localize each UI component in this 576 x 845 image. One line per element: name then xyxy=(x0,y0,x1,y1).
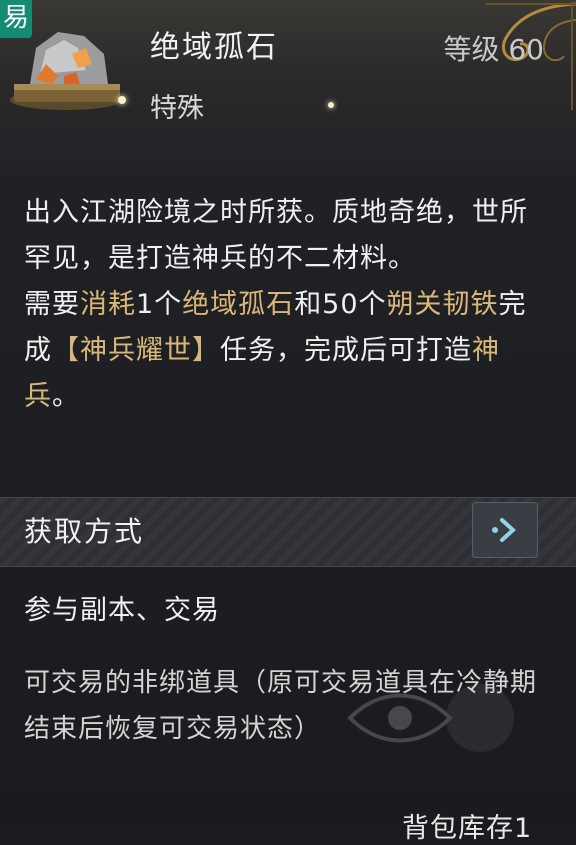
requirement-text: 需要消耗1个绝域孤石和50个朔关韧铁完成【神兵耀世】任务，完成后可打造神兵。 xyxy=(24,282,554,420)
req-item-2: 朔关韧铁 xyxy=(386,289,499,320)
req-consume: 消耗 xyxy=(80,289,136,320)
bag-stock: 背包库存1 xyxy=(402,813,533,844)
req-prefix: 需要 xyxy=(24,289,80,320)
item-description: 出入江湖险境之时所获。质地奇绝，世所罕见，是打造神兵的不二材料。 需要消耗1个绝… xyxy=(24,190,554,420)
req-quest: 【神兵耀世】 xyxy=(52,335,220,366)
sparkle-icon xyxy=(328,102,334,108)
item-category: 特殊 xyxy=(150,93,204,124)
acquire-goto-button[interactable] xyxy=(472,502,538,558)
req-end: 。 xyxy=(52,381,80,412)
item-level: 等级 60 xyxy=(443,33,544,66)
tradable-badge: 易 xyxy=(0,0,32,38)
acquire-sources: 参与副本、交易 xyxy=(24,595,220,626)
acquire-title: 获取方式 xyxy=(24,515,145,548)
req-suffix: 任务，完成后可打造 xyxy=(220,335,472,366)
description-text: 出入江湖险境之时所获。质地奇绝，世所罕见，是打造神兵的不二材料。 xyxy=(24,197,528,274)
req-item-1: 绝域孤石 xyxy=(182,289,295,320)
req-qty: 1个 xyxy=(136,289,183,320)
sparkle-icon xyxy=(118,96,126,104)
item-tooltip-panel: 易 绝域孤石 等级 60 特殊 出入江湖险境之时所获。质地奇绝，世所罕见，是打造… xyxy=(0,0,576,844)
chevron-right-icon xyxy=(492,518,516,542)
item-name: 绝域孤石 xyxy=(150,30,278,65)
req-and: 和50个 xyxy=(294,289,387,320)
item-header: 易 绝域孤石 等级 60 特殊 xyxy=(0,0,576,168)
trade-note: 可交易的非绑道具（原可交易道具在冷静期结束后恢复可交易状态） xyxy=(24,668,538,744)
